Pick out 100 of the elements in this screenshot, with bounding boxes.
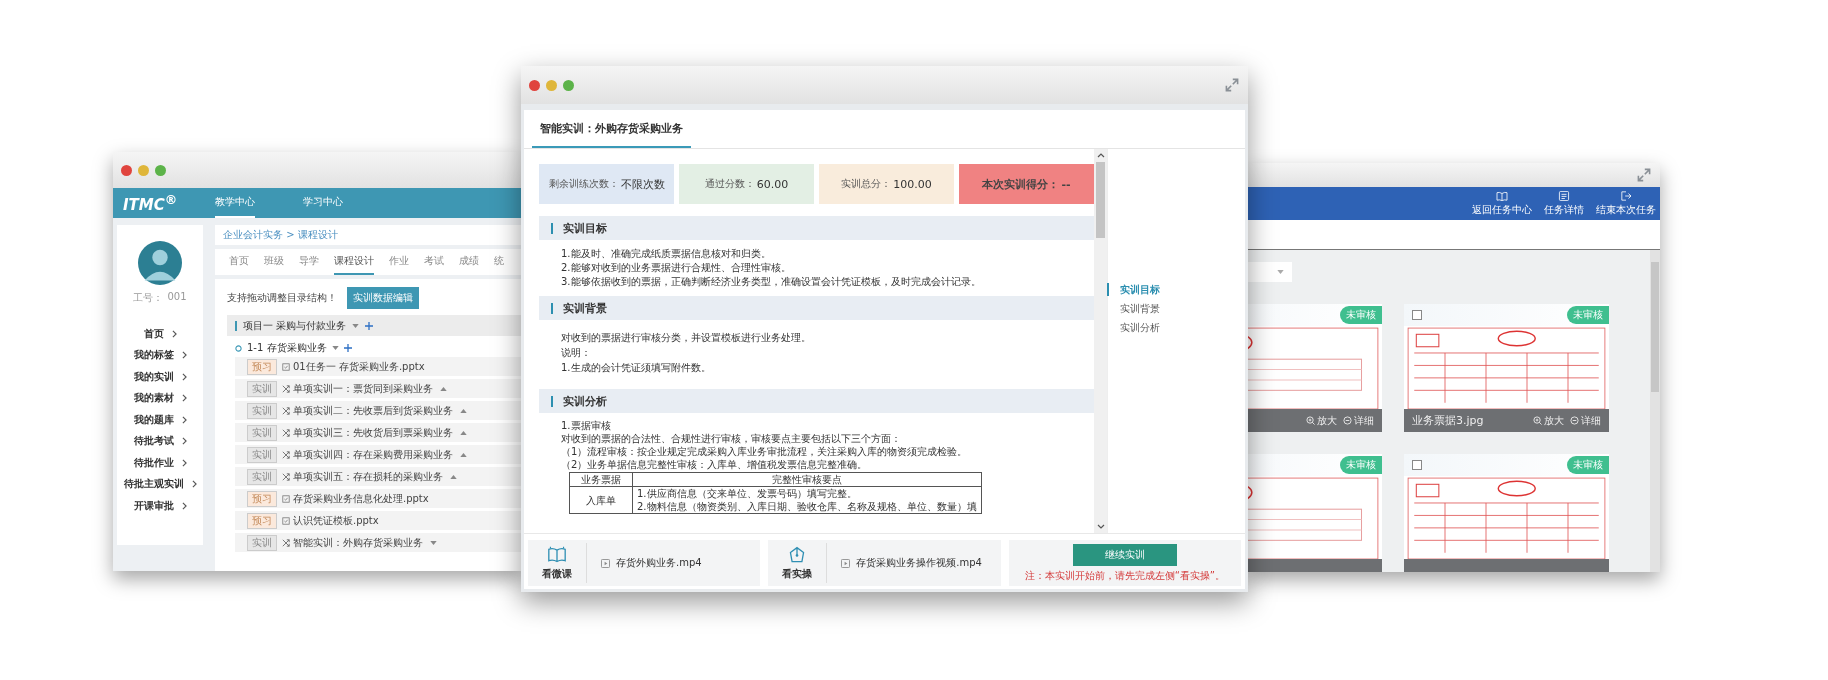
video-file-link[interactable]: 存货采购业务操作视频.mp4	[856, 556, 982, 570]
scroll-down-icon[interactable]	[1096, 524, 1105, 529]
expand-icon[interactable]	[1636, 167, 1652, 183]
sidebar-item[interactable]: 待批考试	[133, 430, 187, 452]
status-badge: 未审核	[1340, 456, 1382, 474]
checkbox[interactable]	[1412, 460, 1422, 470]
resource-tab[interactable]: 看微课	[542, 566, 572, 581]
file-card[interactable]: 未审核 放大 详细	[1248, 304, 1382, 432]
maximize-button[interactable]	[563, 79, 574, 91]
card-action[interactable]: 放大	[1306, 413, 1337, 428]
close-button[interactable]	[529, 79, 540, 91]
list-row[interactable]: 预习 存货采购业务信息化处理.pptx	[235, 489, 521, 508]
item-title: 单项实训三：先收货后到票采购业务	[293, 425, 453, 440]
stat-label: 实训总分：	[841, 177, 892, 191]
maximize-button[interactable]	[155, 164, 166, 176]
card-action[interactable]: 放大	[1533, 413, 1564, 428]
sidebar-item[interactable]: 待批作业	[133, 452, 187, 474]
caret-icon[interactable]	[440, 386, 447, 391]
tab[interactable]: 班级	[264, 249, 284, 275]
column-header: 完整性审核要点	[632, 472, 982, 487]
stat-value: 60.00	[756, 177, 789, 191]
item-title: 存货采购业务信息化处理.pptx	[293, 491, 429, 506]
section-title: 实训分析	[563, 393, 607, 409]
list-row[interactable]: 预习 认识凭证模板.pptx	[235, 511, 521, 530]
hint-text: 支持拖动调整目录结构！	[227, 291, 337, 305]
caret-icon	[1277, 270, 1284, 274]
caret-icon[interactable]	[352, 323, 360, 328]
chevron-icon	[181, 501, 187, 510]
play-icon	[841, 558, 851, 568]
scrollbar[interactable]	[1650, 250, 1660, 572]
list-row[interactable]: 实训 单项实训二：先收票后到货采购业务	[235, 401, 521, 420]
file-card[interactable]: 未审核 业务票据3.jpg 放大 详细	[1404, 304, 1609, 432]
minus-circle-icon	[1570, 416, 1579, 425]
card-action[interactable]: 详细	[1343, 413, 1374, 428]
text-line: 对收到的票据的合法性、合规性进行审核，审核要点主要包括以下三个方面：	[561, 432, 902, 445]
chevron-icon	[181, 437, 187, 446]
close-button[interactable]	[121, 164, 132, 176]
caret-icon[interactable]	[450, 474, 457, 479]
sidebar-item[interactable]: 我的题库	[133, 409, 187, 431]
scrollbar-thumb[interactable]	[1096, 162, 1105, 238]
caret-icon[interactable]	[460, 430, 467, 435]
continue-button[interactable]: 继续实训	[1072, 543, 1177, 566]
tab[interactable]: 导学	[299, 249, 319, 275]
list-row[interactable]: 实训 单项实训四：存在采购费用采购业务	[235, 445, 521, 464]
table-cell-line: 1.供应商信息（交来单位、发票号码）填写完整。	[637, 487, 858, 500]
sidebar-item[interactable]: 首页	[143, 323, 177, 345]
list-row[interactable]: 预习 01任务一 存货采购业务.pptx	[235, 357, 521, 376]
tab[interactable]: 考试	[424, 249, 444, 275]
chevron-icon	[181, 394, 187, 403]
item-title: 单项实训二：先收票后到货采购业务	[293, 403, 453, 418]
tab[interactable]: 课程设计	[334, 249, 374, 275]
sidebar-item[interactable]: 待批主观实训	[123, 473, 197, 495]
list-row[interactable]: 实训 单项实训三：先收货后到票采购业务	[235, 423, 521, 442]
card-action[interactable]: 详细	[1570, 413, 1601, 428]
text-line: （1）流程审核：按企业规定完成采购入库业务审批流程，关注采购入库的物资须完成检验。	[561, 445, 969, 458]
outline-link[interactable]: 实训目标	[1107, 283, 1245, 296]
toolbar-button[interactable]: 任务详情	[1544, 187, 1584, 220]
caret-icon[interactable]	[460, 452, 467, 457]
outline-link[interactable]: 实训背景	[1120, 302, 1245, 315]
checkbox[interactable]	[1412, 310, 1422, 320]
plus-icon[interactable]	[365, 321, 374, 330]
scrollbar[interactable]	[1094, 149, 1107, 533]
document-icon	[282, 516, 290, 525]
plus-icon[interactable]	[343, 344, 352, 352]
sidebar-item[interactable]: 开课审批	[133, 495, 187, 517]
caret-icon[interactable]	[460, 408, 467, 413]
text-line: 3.能够依据收到的票据，正确判断经济业务类型，准确设置会计凭证模板，及时完成会计记录。	[561, 275, 982, 289]
scrollbar-thumb[interactable]	[1651, 262, 1659, 392]
text-line: 1.能及时、准确完成纸质票据信息核对和归类。	[561, 247, 772, 261]
sidebar-item[interactable]: 我的素材	[133, 387, 187, 409]
resource-tab[interactable]: 看实操	[782, 566, 813, 581]
list-row[interactable]: 实训 智能实训：外购存货采购业务	[235, 533, 521, 552]
video-file-link[interactable]: 存货外购业务.mp4	[616, 556, 702, 570]
outline-link[interactable]: 实训分析	[1120, 321, 1245, 334]
status-badge: 未审核	[1567, 456, 1609, 474]
tab[interactable]: 作业	[389, 249, 409, 275]
caret-icon[interactable]	[331, 346, 339, 350]
book-icon	[1496, 190, 1508, 201]
stat-value: 不限次数	[620, 176, 665, 192]
tab[interactable]: 首页	[229, 249, 249, 275]
chevron-icon	[181, 415, 187, 424]
sidebar-item[interactable]: 我的标签	[133, 344, 187, 366]
document-icon	[282, 494, 290, 503]
expand-icon[interactable]	[1224, 77, 1240, 93]
item-title: 01任务一 存货采购业务.pptx	[293, 359, 425, 374]
toolbar-button[interactable]: 结束本次任务	[1596, 187, 1656, 220]
tab[interactable]: 成绩	[459, 249, 479, 275]
minus-circle-icon	[1343, 416, 1352, 425]
caret-icon[interactable]	[430, 540, 437, 545]
toolbar-button[interactable]: 返回任务中心	[1472, 187, 1532, 220]
minimize-button[interactable]	[546, 79, 557, 91]
list-row[interactable]: 实训 单项实训一：票货同到采购业务	[235, 379, 521, 398]
crossed-arrows-icon	[282, 450, 290, 459]
minimize-button[interactable]	[138, 164, 149, 176]
table-cell-line: 2.物料信息（物资类别、入库日期、验收仓库、名称及规格、单位、数量）填	[637, 500, 977, 513]
scroll-up-icon[interactable]	[1096, 153, 1105, 158]
sidebar-item[interactable]: 我的实训	[133, 366, 187, 388]
tab[interactable]: 统	[494, 249, 504, 275]
list-row[interactable]: 实训 单项实训五：存在损耗的采购业务	[235, 467, 521, 486]
select-field[interactable]	[1248, 262, 1292, 282]
